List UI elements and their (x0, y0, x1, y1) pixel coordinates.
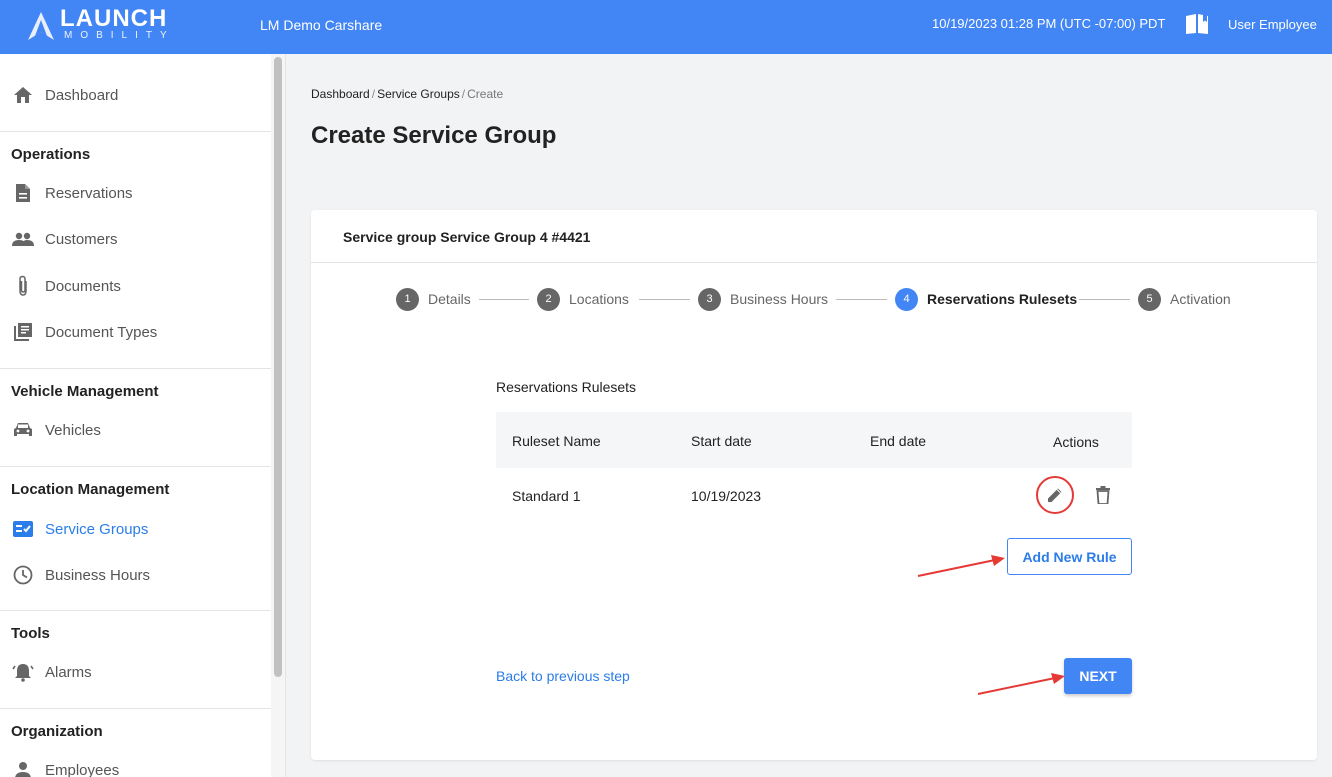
step-label: Locations (569, 291, 629, 307)
step-label: Reservations Rulesets (927, 291, 1078, 307)
pencil-icon (1048, 488, 1062, 502)
sidebar-item-document-types[interactable]: Document Types (0, 311, 271, 353)
launch-logo[interactable]: LAUNCH MOBILITY (26, 6, 176, 46)
sidebar-item-label: Dashboard (45, 86, 119, 104)
step-number: 5 (1138, 287, 1161, 311)
sidebar-item-business-hours[interactable]: Business Hours (0, 554, 271, 596)
document-icon (12, 182, 34, 204)
current-datetime: 10/19/2023 01:28 PM (UTC -07:00) PDT (932, 16, 1166, 31)
org-name: LM Demo Carshare (260, 17, 383, 33)
step-number: 1 (396, 287, 419, 311)
sidebar-item-alarms[interactable]: Alarms (0, 651, 271, 693)
book-icon[interactable] (1185, 13, 1209, 35)
column-header-start-date: Start date (691, 433, 752, 449)
cell-start-date: 10/19/2023 (691, 488, 762, 504)
sidebar-item-dashboard[interactable]: Dashboard (0, 74, 271, 116)
sidebar-divider (0, 368, 271, 369)
sidebar: Dashboard Operations Reservations Custom… (0, 54, 286, 777)
people-icon (12, 228, 34, 250)
breadcrumb: Dashboard / Service Groups / Create (311, 86, 503, 102)
section-title-vehicle-management: Vehicle Management (11, 383, 159, 400)
trash-icon (1096, 486, 1110, 504)
step-number: 3 (698, 287, 721, 311)
step-reservations-rulesets[interactable]: 4 Reservations Rulesets (895, 287, 1078, 311)
checklist-icon (12, 518, 34, 540)
step-locations[interactable]: 2 Locations (537, 287, 629, 311)
column-header-actions: Actions (1053, 434, 1099, 450)
sidebar-item-vehicles[interactable]: Vehicles (0, 409, 271, 451)
next-button[interactable]: NEXT (1064, 658, 1132, 694)
service-group-card: Service group Service Group 4 #4421 1 De… (311, 210, 1317, 760)
sidebar-item-employees[interactable]: Employees (0, 749, 271, 777)
step-number: 4 (895, 287, 918, 311)
sidebar-item-label: Alarms (45, 663, 92, 681)
card-title: Service group Service Group 4 #4421 (343, 229, 591, 245)
arrow-annotation-icon (977, 673, 1065, 695)
sidebar-item-reservations[interactable]: Reservations (0, 172, 271, 214)
sidebar-item-label: Vehicles (45, 421, 101, 439)
column-header-end-date: End date (870, 433, 927, 449)
sidebar-divider (0, 466, 271, 467)
section-title-organization: Organization (11, 723, 103, 740)
launch-logo-icon (28, 12, 54, 40)
sidebar-item-label: Service Groups (45, 520, 149, 538)
step-connector (1079, 299, 1130, 300)
sidebar-item-label: Customers (45, 230, 118, 248)
sidebar-item-label: Business Hours (45, 566, 151, 584)
card-header: Service group Service Group 4 #4421 (311, 210, 1317, 263)
breadcrumb-separator: / (461, 87, 466, 101)
step-number: 2 (537, 287, 560, 311)
section-title-location-management: Location Management (11, 481, 170, 498)
car-icon (12, 419, 34, 441)
step-business-hours[interactable]: 3 Business Hours (698, 287, 829, 311)
section-title-tools: Tools (11, 625, 50, 642)
clock-icon (12, 564, 34, 586)
section-title-operations: Operations (11, 146, 91, 163)
library-books-icon (12, 321, 34, 343)
step-activation[interactable]: 5 Activation (1138, 287, 1231, 311)
column-header-ruleset-name: Ruleset Name (512, 433, 601, 449)
sidebar-item-customers[interactable]: Customers (0, 218, 271, 260)
arrow-annotation-icon (917, 555, 1005, 577)
top-bar: LAUNCH MOBILITY LM Demo Carshare 10/19/2… (0, 0, 1332, 54)
page-title: Create Service Group (311, 122, 557, 149)
back-to-previous-step-link[interactable]: Back to previous step (496, 668, 630, 684)
sidebar-item-label: Documents (45, 277, 121, 295)
breadcrumb-current: Create (467, 87, 504, 101)
paperclip-icon (12, 275, 34, 297)
section-title: Reservations Rulesets (496, 379, 637, 395)
sidebar-item-label: Employees (45, 761, 120, 777)
sidebar-divider (0, 708, 271, 709)
step-label: Business Hours (730, 291, 829, 307)
sidebar-divider (0, 131, 271, 132)
breadcrumb-service-groups[interactable]: Service Groups (377, 87, 460, 101)
cell-ruleset-name: Standard 1 (512, 488, 581, 504)
step-details[interactable]: 1 Details (396, 287, 471, 311)
sidebar-scrollbar-thumb[interactable] (274, 57, 282, 677)
step-connector (836, 299, 887, 300)
breadcrumb-dashboard[interactable]: Dashboard (311, 87, 370, 101)
alarm-bell-icon (12, 661, 34, 683)
home-icon (12, 84, 34, 106)
breadcrumb-separator: / (371, 87, 376, 101)
person-icon (12, 759, 34, 777)
delete-ruleset-button[interactable] (1093, 484, 1113, 506)
brand-name: LAUNCH (60, 5, 168, 32)
sidebar-item-label: Reservations (45, 184, 133, 202)
edit-ruleset-button[interactable] (1036, 476, 1074, 514)
step-label: Activation (1170, 291, 1231, 307)
step-connector (639, 299, 690, 300)
step-label: Details (428, 291, 471, 307)
brand-subtitle: MOBILITY (64, 30, 175, 41)
user-menu[interactable]: User Employee (1228, 16, 1317, 34)
sidebar-item-documents[interactable]: Documents (0, 265, 271, 307)
sidebar-item-label: Document Types (45, 323, 158, 341)
step-connector (479, 299, 529, 300)
add-new-rule-button[interactable]: Add New Rule (1007, 538, 1132, 575)
sidebar-item-service-groups[interactable]: Service Groups (0, 508, 271, 550)
sidebar-divider (0, 610, 271, 611)
sidebar-scrollbar[interactable] (271, 54, 285, 777)
table-header: Ruleset Name Start date End date Actions (496, 412, 1132, 468)
